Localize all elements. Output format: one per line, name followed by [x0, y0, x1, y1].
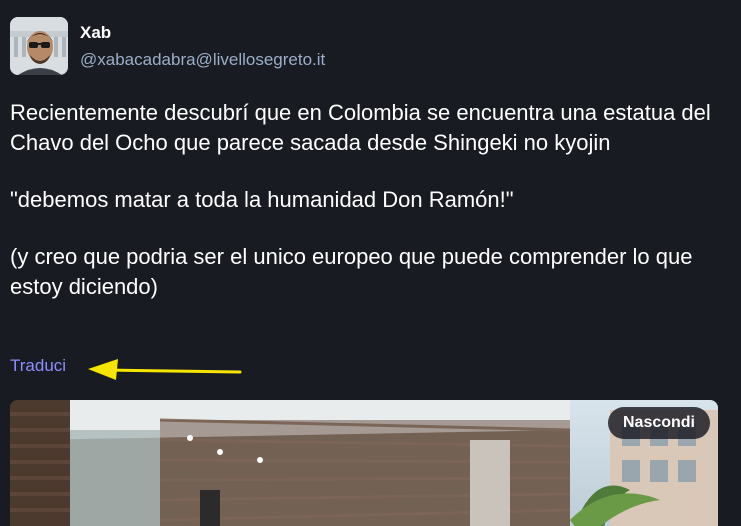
translate-button[interactable]: Traduci [10, 355, 66, 377]
yellow-arrow-icon [88, 359, 242, 380]
status-paragraph: Recientemente descubrí que en Colombia s… [10, 100, 711, 155]
display-name[interactable]: Xab [80, 22, 111, 44]
hide-media-button[interactable]: Nascondi [607, 407, 710, 439]
account-handle[interactable]: @xabacadabra@livellosegreto.it [80, 49, 325, 71]
status-content: Recientemente descubrí que en Colombia s… [10, 98, 730, 329]
avatar[interactable] [10, 17, 68, 75]
status-post: Xab @xabacadabra@livellosegreto.it Recie… [0, 0, 741, 526]
media-attachment[interactable]: Nascondi [10, 400, 718, 526]
status-paragraph: (y creo que podria ser el unico europeo … [10, 244, 693, 299]
status-paragraph: "debemos matar a toda la humanidad Don R… [10, 187, 514, 212]
avatar-image [10, 17, 68, 75]
